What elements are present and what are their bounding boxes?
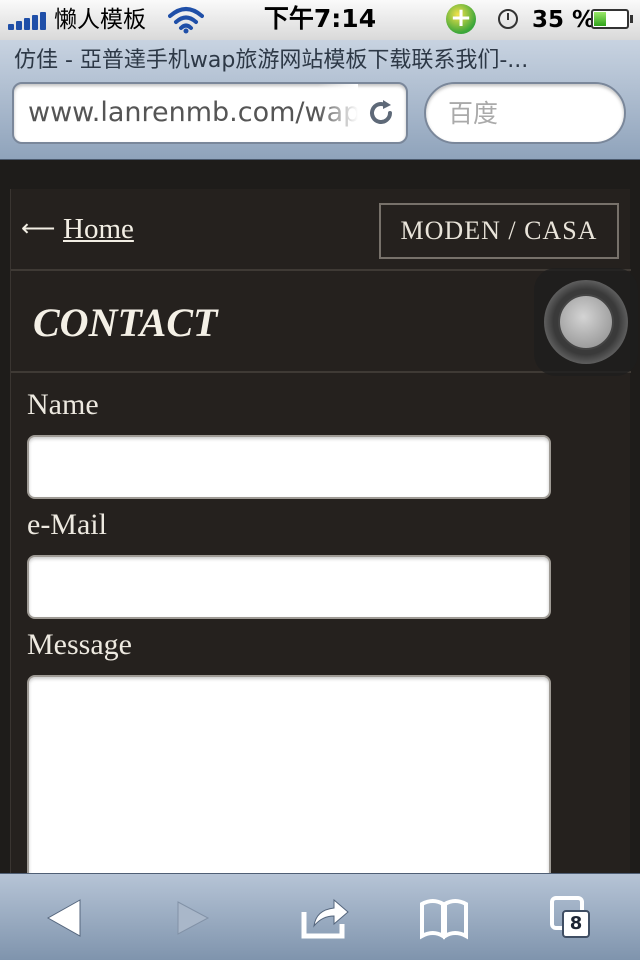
assistive-touch-button[interactable]	[534, 268, 638, 376]
assistive-touch-ring	[544, 280, 628, 364]
battery-icon	[591, 9, 633, 29]
search-input[interactable]	[446, 92, 616, 134]
status-bar: 懒人模板 下午7:14 35 %	[0, 0, 640, 40]
share-icon[interactable]	[296, 892, 356, 944]
page-title: 仿佳 - 亞普達手机wap旅游网站模板下载联系我们-...	[14, 48, 529, 73]
address-bar[interactable]: www.lanrenmb.com/wap	[12, 82, 408, 144]
back-arrow-icon: ⟵	[21, 216, 56, 242]
browser-toolbar: 8	[0, 873, 640, 960]
search-bar[interactable]	[424, 82, 626, 144]
contact-heading: CONTACT	[33, 300, 218, 345]
tabs-button[interactable]: 8	[544, 892, 604, 944]
email-label: e-Mail	[27, 508, 107, 541]
web-content: ⟵ Home MODEN / CASA CONTACT Name e-Mail M…	[0, 161, 640, 873]
battery-level-fill	[594, 12, 606, 26]
assistive-touch-icon	[558, 294, 614, 350]
back-icon[interactable]	[36, 892, 96, 944]
home-link[interactable]: ⟵ Home	[21, 209, 134, 249]
browser-chrome: 仿佳 - 亞普達手机wap旅游网站模板下载联系我们-... www.lanren…	[0, 40, 640, 160]
name-field[interactable]	[27, 435, 551, 499]
message-field[interactable]	[27, 675, 551, 873]
site-logo: MODEN / CASA	[379, 203, 619, 259]
message-label: Message	[27, 628, 132, 661]
email-field[interactable]	[27, 555, 551, 619]
name-label: Name	[27, 388, 99, 421]
forward-icon[interactable]	[162, 892, 222, 944]
sync-icon	[446, 2, 476, 34]
home-link-label[interactable]: Home	[63, 213, 134, 245]
battery-percent: 35 %	[532, 7, 596, 33]
tab-count: 8	[562, 910, 590, 938]
clock-icon	[498, 9, 518, 29]
bookmarks-icon[interactable]	[414, 892, 474, 944]
site-header: ⟵ Home MODEN / CASA	[11, 189, 631, 271]
reload-icon[interactable]	[366, 98, 396, 128]
url-text[interactable]: www.lanrenmb.com/wap	[28, 84, 358, 142]
